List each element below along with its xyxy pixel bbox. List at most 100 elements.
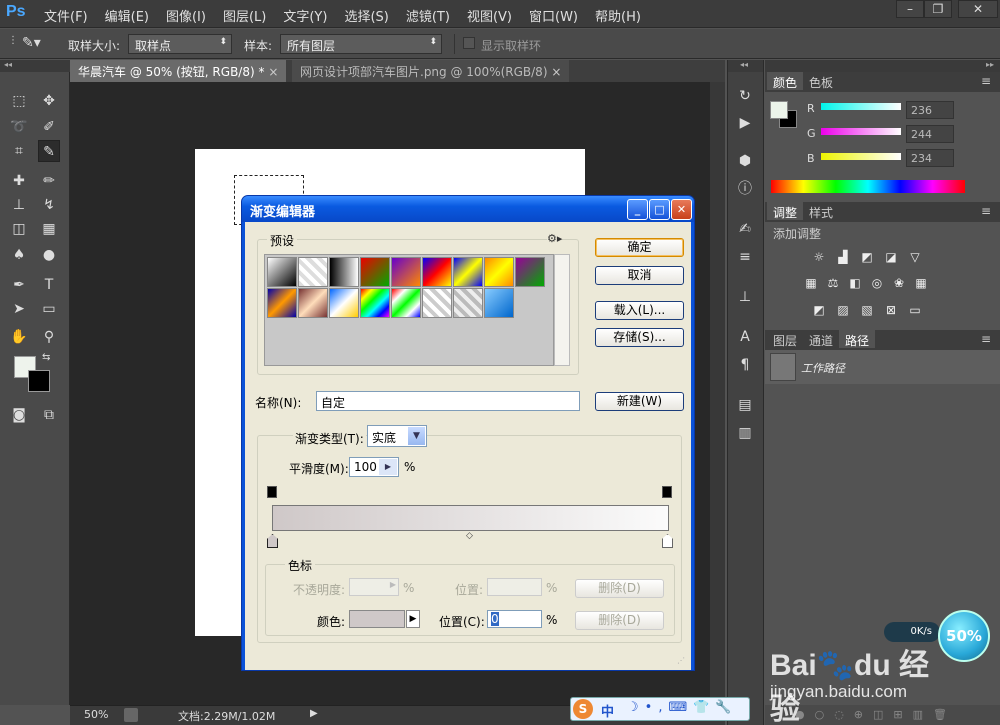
bw-icon[interactable]: ◧ [847, 276, 863, 290]
delete-opacity-stop-button[interactable]: 删除(D) [575, 579, 664, 598]
history-icon[interactable]: ↻ [734, 85, 756, 107]
menu-select[interactable]: 选择(S) [344, 6, 388, 25]
ime-mode[interactable]: 中 [601, 701, 614, 720]
sample-size-select[interactable]: 取样点 ⬍ [128, 34, 232, 54]
r-slider[interactable] [821, 103, 901, 110]
presets-scrollbar[interactable] [554, 254, 570, 366]
screen-mode-icon[interactable]: ⧉ [38, 404, 60, 426]
status-arrow-icon[interactable]: ▶ [310, 708, 318, 719]
3d-icon[interactable]: ⬢ [734, 150, 756, 172]
minimize-button[interactable]: – [896, 0, 924, 18]
paragraph-icon[interactable]: ¶ [734, 354, 756, 376]
gradient-tool-icon[interactable]: ▦ [38, 218, 60, 240]
preset-fg-transparent[interactable] [298, 257, 328, 287]
opacity-stop-right[interactable] [662, 486, 672, 498]
notes-icon[interactable]: ▥ [734, 422, 756, 444]
background-color-swatch[interactable] [28, 370, 50, 392]
vertical-scrollbar[interactable] [710, 82, 725, 705]
gradient-map-icon[interactable]: ▭ [907, 303, 923, 317]
ime-tool-icons[interactable]: ☽•,⌨👕🔧 [627, 700, 738, 715]
r-value[interactable]: 236 [906, 101, 954, 119]
delete-color-stop-button[interactable]: 删除(D) [575, 611, 664, 630]
zoom-level[interactable]: 50% [84, 708, 108, 721]
preset-violet-green[interactable] [515, 257, 545, 287]
position-input-1[interactable] [487, 578, 542, 596]
stamp-tool-icon[interactable]: ⊥ [8, 194, 30, 216]
photo-filter-icon[interactable]: ◎ [869, 276, 885, 290]
layer-comps-icon[interactable]: ▤ [734, 394, 756, 416]
type-tool-icon[interactable]: T [38, 274, 60, 296]
preset-blue-yellow-blue[interactable] [453, 257, 483, 287]
menu-help[interactable]: 帮助(H) [595, 6, 641, 25]
menu-view[interactable]: 视图(V) [467, 6, 512, 25]
tab-document-2[interactable]: 网页设计项部汽车图片.png @ 100%(RGB/8) × [292, 60, 570, 82]
new-button[interactable]: 新建(W) [595, 392, 684, 411]
preset-transparent-rainbow[interactable] [391, 288, 421, 318]
minimize-icon[interactable]: _ [627, 199, 648, 220]
load-button[interactable]: 载入(L)... [595, 301, 684, 320]
cancel-button[interactable]: 取消 [595, 266, 684, 285]
preset-spectrum[interactable] [360, 288, 390, 318]
preset-neutral-density[interactable] [453, 288, 483, 318]
position-input-2[interactable]: 0 [487, 610, 542, 628]
brush-presets-icon[interactable]: ✍ [734, 218, 756, 240]
tab-document-1[interactable]: 华晨汽车 @ 50% (按钮, RGB/8) * × [70, 60, 287, 82]
brightness-icon[interactable]: ☼ [811, 250, 827, 264]
eraser-tool-icon[interactable]: ◫ [8, 218, 30, 240]
tab-channels[interactable]: 通道 [803, 330, 839, 348]
balance-icon[interactable]: ⚖ [825, 276, 841, 290]
tab-swatches[interactable]: 色板 [803, 72, 839, 90]
posterize-icon[interactable]: ▨ [835, 303, 851, 317]
opacity-input[interactable]: ▶ [349, 578, 399, 596]
panel-menu-icon[interactable]: ≡ [981, 74, 991, 88]
smoothness-arrow-icon[interactable]: ▶ [379, 459, 397, 475]
brush-panel-icon[interactable]: ≡ [734, 246, 756, 268]
hue-icon[interactable]: ▦ [803, 276, 819, 290]
menu-filter[interactable]: 滤镜(T) [406, 6, 450, 25]
panel-menu-icon[interactable]: ≡ [981, 204, 991, 218]
path-row[interactable]: 工作路径 [765, 350, 1000, 384]
preset-blue-red-yellow[interactable] [422, 257, 452, 287]
curves-icon[interactable]: ◩ [859, 250, 875, 264]
menu-edit[interactable]: 编辑(E) [105, 6, 149, 25]
selective-color-icon[interactable]: ⊠ [883, 303, 899, 317]
restore-button[interactable]: ❐ [924, 0, 952, 18]
b-slider[interactable] [821, 153, 901, 160]
tab-color[interactable]: 颜色 [767, 72, 804, 90]
color-ramp[interactable] [771, 180, 965, 193]
swap-colors-icon[interactable]: ⇆ [42, 352, 50, 363]
brush-tool-icon[interactable]: ✏ [38, 170, 60, 192]
shape-tool-icon[interactable]: ▭ [38, 298, 60, 320]
preset-red-green[interactable] [360, 257, 390, 287]
character-icon[interactable]: A [734, 326, 756, 348]
eyedropper-preset-icon[interactable]: ✎▾ [22, 35, 41, 51]
collapse-icon[interactable]: ◂◂ [728, 60, 763, 72]
save-button[interactable]: 存储(S)... [595, 328, 684, 347]
close-icon[interactable]: ✕ [671, 199, 692, 220]
quick-mask-icon[interactable]: ◙ [8, 404, 30, 426]
sample-select[interactable]: 所有图层 ⬍ [280, 34, 442, 54]
dodge-tool-icon[interactable]: ● [38, 244, 60, 266]
channel-mixer-icon[interactable]: ❀ [891, 276, 907, 290]
pen-tool-icon[interactable]: ✒ [8, 274, 30, 296]
preset-chrome[interactable] [329, 288, 359, 318]
fg-color-chip[interactable] [770, 101, 788, 119]
invert-icon[interactable]: ◩ [811, 303, 827, 317]
g-slider[interactable] [821, 128, 901, 135]
menu-layer[interactable]: 图层(L) [223, 6, 266, 25]
chevron-down-icon[interactable]: ▼ [408, 427, 425, 445]
panel-menu-icon[interactable]: ≡ [981, 332, 991, 346]
menu-type[interactable]: 文字(Y) [283, 6, 327, 25]
threshold-icon[interactable]: ▧ [859, 303, 875, 317]
preset-transparent-stripes[interactable] [422, 288, 452, 318]
history-brush-icon[interactable]: ↯ [38, 194, 60, 216]
show-ring-checkbox[interactable] [463, 37, 475, 49]
actions-icon[interactable]: ▶ [734, 112, 756, 134]
collapse-icon[interactable]: ◂◂ [0, 60, 70, 72]
preset-fg-bg[interactable] [267, 257, 297, 287]
path-select-icon[interactable]: ➤ [8, 298, 30, 320]
move-tool-icon[interactable]: ✥ [38, 90, 60, 112]
levels-icon[interactable]: ▟ [835, 250, 851, 264]
presets-gear-icon[interactable]: ⚙▸ [547, 232, 563, 245]
b-value[interactable]: 234 [906, 149, 954, 167]
